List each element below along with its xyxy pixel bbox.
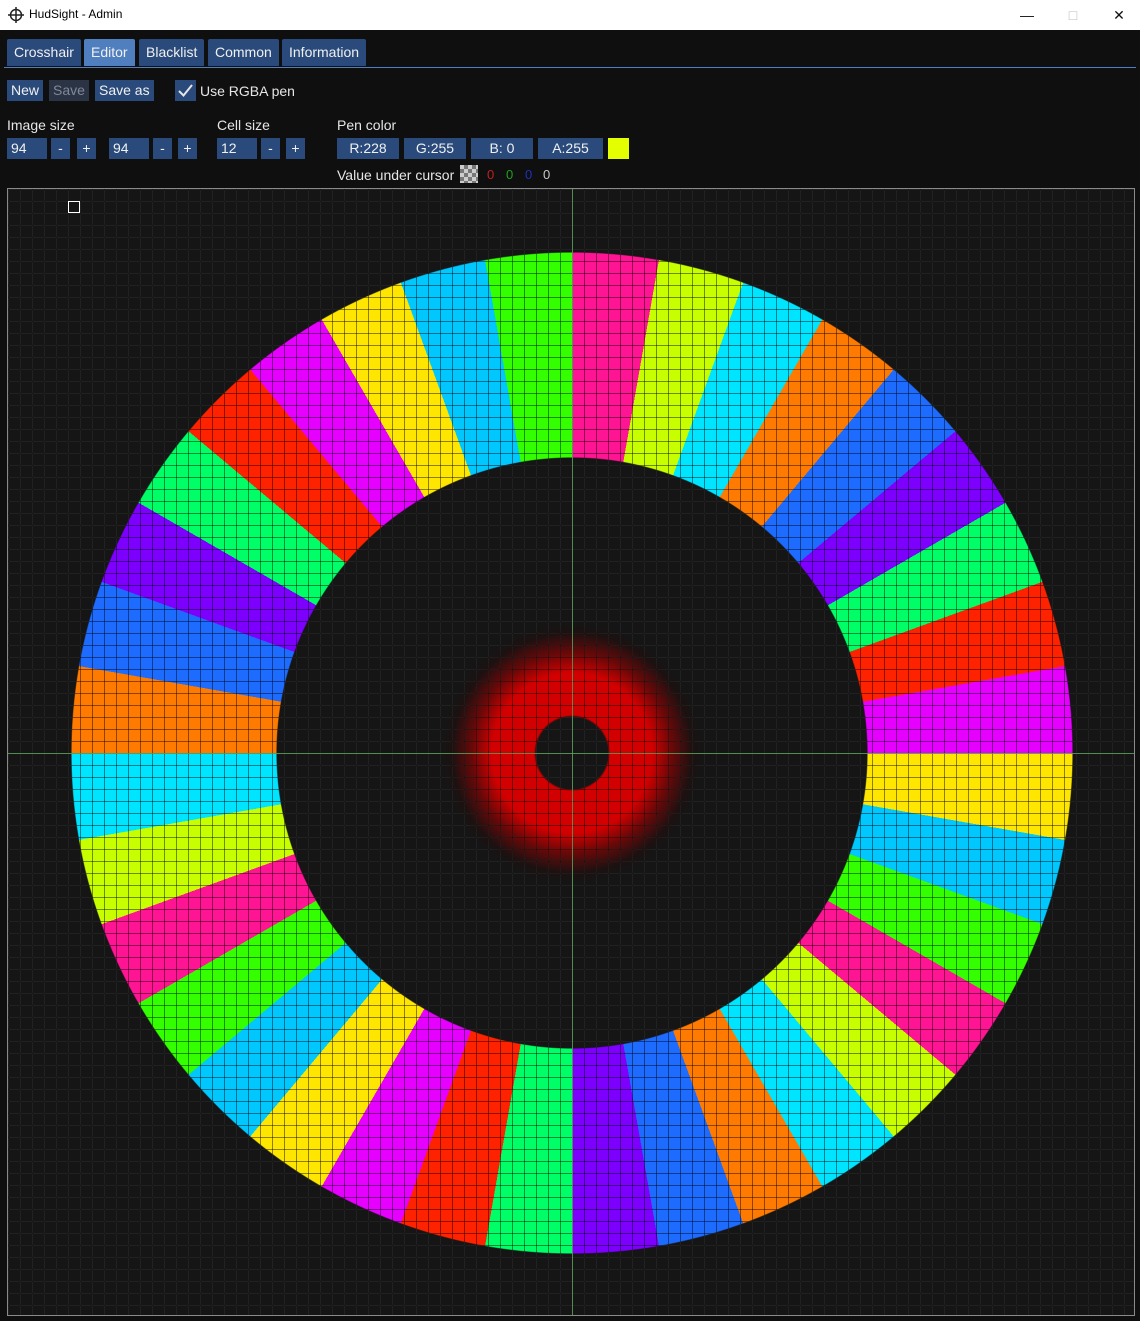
cell-cursor: [68, 201, 80, 213]
pixel-editor-canvas[interactable]: [7, 188, 1135, 1316]
window-title: HudSight - Admin: [29, 7, 123, 21]
image-width-increment-button[interactable]: +: [77, 138, 96, 159]
close-button[interactable]: ✕: [1096, 0, 1140, 30]
cell-size-increment-button[interactable]: +: [286, 138, 305, 159]
new-button[interactable]: New: [7, 80, 44, 101]
minimize-button[interactable]: —: [1004, 0, 1050, 30]
use-rgba-label: Use RGBA pen: [200, 83, 295, 99]
tab-information[interactable]: Information: [282, 39, 367, 66]
image-size-label: Image size: [7, 117, 75, 133]
tab-bar: Crosshair Editor Blacklist Common Inform…: [0, 30, 1140, 68]
pen-blue-input[interactable]: B: 0: [471, 138, 533, 159]
image-width-decrement-button[interactable]: -: [51, 138, 70, 159]
pen-green-input[interactable]: G:255: [404, 138, 466, 159]
use-rgba-checkbox[interactable]: [175, 80, 196, 101]
save-as-button[interactable]: Save as: [95, 80, 154, 101]
pen-red-input[interactable]: R:228: [337, 138, 399, 159]
cursor-blue-value: 0: [525, 167, 533, 182]
title-bar: HudSight - Admin — □ ✕: [0, 0, 1140, 30]
cursor-alpha-value: 0: [543, 167, 551, 182]
tab-editor[interactable]: Editor: [84, 39, 135, 66]
cell-size-decrement-button[interactable]: -: [261, 138, 280, 159]
checkmark-icon: [178, 84, 193, 97]
cell-size-label: Cell size: [217, 117, 270, 133]
crosshair-app-icon: [8, 7, 24, 23]
pen-color-label: Pen color: [337, 117, 397, 133]
tab-common[interactable]: Common: [208, 39, 279, 66]
value-under-cursor-label: Value under cursor: [337, 167, 455, 183]
cursor-green-value: 0: [506, 167, 514, 182]
pen-color-swatch[interactable]: [608, 138, 629, 159]
maximize-button[interactable]: □: [1050, 0, 1096, 30]
image-height-input[interactable]: 94: [109, 138, 149, 159]
cursor-red-value: 0: [487, 167, 495, 182]
center-guide-horizontal: [8, 753, 1134, 754]
tab-blacklist[interactable]: Blacklist: [139, 39, 205, 66]
tab-underline: [4, 67, 1136, 68]
save-button[interactable]: Save: [49, 80, 89, 101]
image-height-increment-button[interactable]: +: [178, 138, 197, 159]
pen-alpha-input[interactable]: A:255: [538, 138, 603, 159]
image-height-decrement-button[interactable]: -: [153, 138, 172, 159]
transparency-checker-icon: [460, 165, 478, 183]
image-width-input[interactable]: 94: [7, 138, 47, 159]
tab-crosshair[interactable]: Crosshair: [7, 39, 81, 66]
cell-size-input[interactable]: 12: [217, 138, 257, 159]
